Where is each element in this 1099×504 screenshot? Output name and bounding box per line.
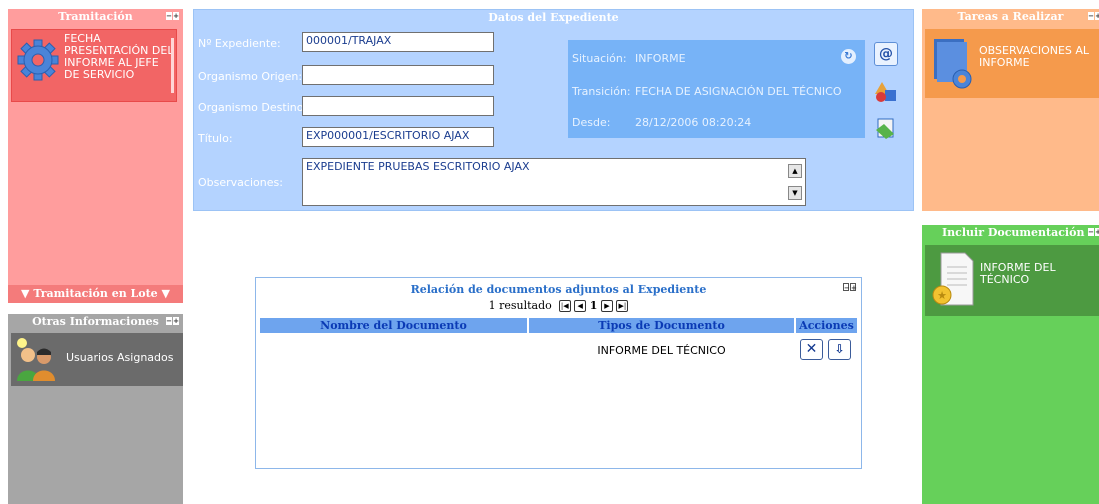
usuarios-asignados-item[interactable]: Usuarios Asignados	[11, 333, 183, 386]
observaciones-textarea[interactable]: EXPEDIENTE PRUEBAS ESCRITORIO AJAX	[302, 158, 806, 206]
incluir-item[interactable]: ★ INFORME DEL TÉCNICO	[925, 245, 1099, 316]
incluir-item-label: INFORME DEL TÉCNICO	[980, 261, 1056, 286]
desde-value: 28/12/2006 08:20:24	[635, 116, 752, 129]
panel-minmax-icon[interactable]: − +	[1088, 228, 1099, 237]
first-page-icon[interactable]: |◀	[558, 300, 571, 312]
refresh-icon[interactable]: ↻	[841, 49, 856, 64]
desde-label: Desde:	[572, 116, 611, 129]
otras-informaciones-panel: Otras Informaciones − + Usuarios Asignado…	[8, 314, 183, 504]
documentos-title: Relación de documentos adjuntos al Exped…	[410, 283, 707, 296]
panel-minmax-icon[interactable]: − +	[1088, 12, 1099, 21]
download-icon[interactable]: ⇩	[828, 339, 851, 360]
column-header[interactable]: Nombre del Documento	[260, 318, 527, 333]
tramitacion-lote-toggle[interactable]: ▼ Tramitación en Lote ▼	[8, 285, 183, 303]
datos-title: Datos del Expediente	[488, 11, 619, 24]
document-green-icon[interactable]	[874, 116, 898, 140]
results-count: 1 resultado	[488, 299, 552, 312]
panel-minmax-icon[interactable]: − +	[166, 317, 180, 326]
folder-gear-icon	[934, 39, 972, 89]
incluir-title: Incluir Documentación	[942, 226, 1085, 239]
document-type-cell: INFORME DEL TÉCNICO	[597, 344, 726, 357]
table-row: INFORME DEL TÉCNICO ✕ ⇩	[260, 338, 858, 366]
last-page-icon[interactable]: ▶|	[616, 300, 629, 312]
tramitacion-title: Tramitación	[58, 10, 133, 23]
tareas-item[interactable]: OBSERVACIONES AL INFORME	[925, 29, 1099, 98]
situacion-box: Situación: INFORME ↻ Transición: FECHA D…	[568, 40, 865, 138]
tramitacion-task-item[interactable]: FECHA PRESENTACIÓN DEL INFORME AL JEFE D…	[11, 29, 177, 102]
destino-label: Organismo Destino:	[198, 101, 308, 114]
svg-text:★: ★	[937, 289, 947, 302]
column-header[interactable]: Acciones	[796, 318, 857, 333]
transicion-label: Transición:	[572, 85, 631, 98]
observaciones-label: Observaciones:	[198, 176, 283, 189]
scroll-up-icon[interactable]: ▲	[788, 164, 802, 178]
tareas-panel: Tareas a Realizar − + OBSERVACIONES AL IN…	[922, 9, 1099, 211]
expediente-label: Nº Expediente:	[198, 37, 281, 50]
situacion-value: INFORME	[635, 52, 686, 65]
titulo-label: Título:	[198, 132, 233, 145]
usuarios-asignados-label: Usuarios Asignados	[66, 351, 174, 364]
panel-minmax-icon[interactable]: − +	[166, 12, 180, 21]
observaciones-text: EXPEDIENTE PRUEBAS ESCRITORIO AJAX	[306, 160, 530, 173]
panel-minmax-icon[interactable]: − +	[843, 283, 857, 292]
situacion-label: Situación:	[572, 52, 627, 65]
tareas-title: Tareas a Realizar	[957, 10, 1064, 23]
incluir-documentacion-panel: Incluir Documentación − + ★ INFORME DEL T…	[922, 225, 1099, 504]
prev-page-icon[interactable]: ◀	[574, 300, 587, 312]
datos-expediente-panel: Datos del Expediente Nº Expediente: 0000…	[193, 9, 914, 211]
shapes-icon[interactable]	[874, 80, 898, 104]
transicion-value: FECHA DE ASIGNACIÓN DEL TÉCNICO	[635, 85, 842, 98]
column-header[interactable]: Tipos de Documento	[529, 318, 794, 333]
origen-field[interactable]	[302, 65, 494, 85]
scroll-down-icon[interactable]: ▼	[788, 186, 802, 200]
expediente-field[interactable]: 000001/TRAJAX	[302, 32, 494, 52]
current-page: 1	[589, 299, 598, 312]
tramitacion-panel: Tramitación − + FECHA PRESENTACIÓN DEL IN…	[8, 9, 183, 303]
item-scrollbar[interactable]	[171, 38, 174, 93]
tareas-item-label: OBSERVACIONES AL INFORME	[979, 44, 1090, 69]
delete-icon[interactable]: ✕	[800, 339, 823, 360]
users-icon	[17, 338, 55, 381]
gear-icon	[17, 39, 59, 81]
pager: 1 resultado |◀ ◀ 1 ▶ ▶|	[256, 299, 861, 312]
otras-title: Otras Informaciones	[32, 315, 159, 328]
titulo-field[interactable]: EXP000001/ESCRITORIO AJAX	[302, 127, 494, 147]
document-star-icon: ★	[932, 252, 974, 306]
documentos-adjuntos-panel: Relación de documentos adjuntos al Exped…	[255, 277, 862, 469]
next-page-icon[interactable]: ▶	[600, 300, 613, 312]
tramitacion-task-label: FECHA PRESENTACIÓN DEL INFORME AL JEFE D…	[64, 32, 174, 81]
email-icon[interactable]: @	[874, 42, 898, 66]
destino-field[interactable]	[302, 96, 494, 116]
origen-label: Organismo Origen:	[198, 70, 303, 83]
